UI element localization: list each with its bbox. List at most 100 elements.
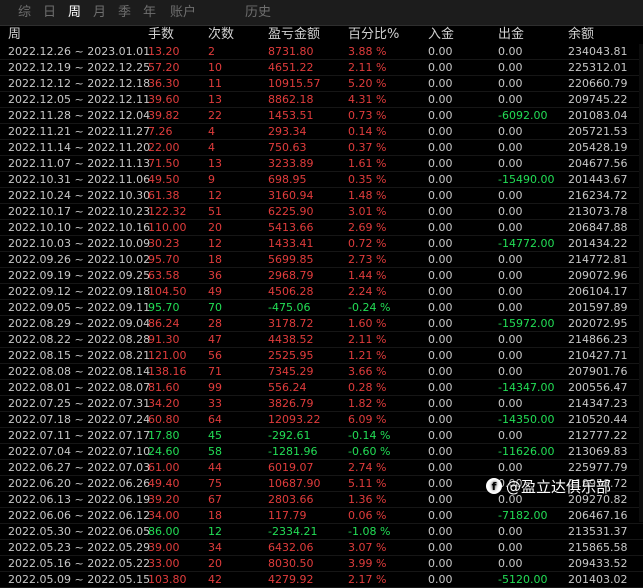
column-header-deposit[interactable]: 入金: [428, 27, 454, 43]
vertical-scrollbar[interactable]: [639, 44, 643, 522]
cell-balance: 204677.56: [568, 157, 628, 170]
table-row[interactable]: 2022.10.24 ~ 2022.10.30 61.38 12 3160.94 1.4…: [0, 188, 643, 204]
table-row[interactable]: 2022.05.23 ~ 2022.05.29 39.00 34 6432.06 3.0…: [0, 540, 643, 556]
table-row[interactable]: 2022.11.28 ~ 2022.12.04 39.82 22 1453.51 0.7…: [0, 108, 643, 124]
table-row[interactable]: 2022.08.22 ~ 2022.08.28 91.30 47 4438.52 2.1…: [0, 332, 643, 348]
cell-deposit: 0.00: [428, 253, 453, 266]
cell-week: 2022.09.19 ~ 2022.09.25: [8, 269, 151, 282]
cell-balance: 210520.44: [568, 413, 628, 426]
table-row[interactable]: 2022.07.25 ~ 2022.07.31 34.20 33 3826.79 1.8…: [0, 396, 643, 412]
tab-year[interactable]: 年: [143, 5, 156, 21]
cell-withdraw: 0.00: [498, 429, 523, 442]
cell-percent: 2.11 %: [348, 333, 387, 346]
cell-week: 2022.05.30 ~ 2022.06.05: [8, 525, 151, 538]
cell-balance: 206104.17: [568, 285, 628, 298]
cell-pnl: -2334.21: [268, 525, 318, 538]
cell-withdraw: 0.00: [498, 77, 523, 90]
cell-hands: 138.16: [148, 365, 187, 378]
cell-week: 2022.10.31 ~ 2022.11.06: [8, 173, 151, 186]
table-row[interactable]: 2022.11.21 ~ 2022.11.27 7.26 4 293.34 0.14 %…: [0, 124, 643, 140]
tab-overview[interactable]: 综: [18, 5, 31, 21]
table-row[interactable]: 2022.09.26 ~ 2022.10.02 95.70 18 5699.85 2.7…: [0, 252, 643, 268]
cell-balance: 220660.79: [568, 77, 628, 90]
cell-balance: 214772.81: [568, 253, 628, 266]
cell-percent: 5.11 %: [348, 477, 387, 490]
cell-balance: 225312.01: [568, 61, 628, 74]
table-row[interactable]: 2022.08.08 ~ 2022.08.14 138.16 71 7345.29 3.…: [0, 364, 643, 380]
table-row[interactable]: 2022.10.31 ~ 2022.11.06 49.50 9 698.95 0.35 …: [0, 172, 643, 188]
cell-hands: 61.38: [148, 189, 180, 202]
cell-pnl: 10915.57: [268, 77, 321, 90]
cell-deposit: 0.00: [428, 413, 453, 426]
table-row[interactable]: 2022.05.30 ~ 2022.06.05 86.00 12 -2334.21 -1…: [0, 524, 643, 540]
cell-hands: 49.40: [148, 477, 180, 490]
tab-week[interactable]: 周: [68, 5, 81, 21]
cell-hands: 81.60: [148, 381, 180, 394]
cell-withdraw: 0.00: [498, 157, 523, 170]
cell-hands: 33.00: [148, 557, 180, 570]
cell-percent: 3.07 %: [348, 541, 387, 554]
cell-pnl: 5413.66: [268, 221, 314, 234]
cell-percent: -0.24 %: [348, 301, 391, 314]
cell-percent: 0.72 %: [348, 237, 387, 250]
cell-percent: 1.44 %: [348, 269, 387, 282]
table-row[interactable]: 2022.07.11 ~ 2022.07.17 17.80 45 -292.61 -0.…: [0, 428, 643, 444]
column-header-pnl[interactable]: 盈亏金额: [268, 27, 320, 43]
cell-pnl: -292.61: [268, 429, 311, 442]
table-row[interactable]: 2022.10.17 ~ 2022.10.23 122.32 51 6225.90 3.…: [0, 204, 643, 220]
column-header-count[interactable]: 次数: [208, 27, 234, 43]
table-row[interactable]: 2022.05.09 ~ 2022.05.15 103.80 42 4279.92 2.…: [0, 572, 643, 588]
cell-week: 2022.09.26 ~ 2022.10.02: [8, 253, 151, 266]
cell-week: 2022.07.11 ~ 2022.07.17: [8, 429, 151, 442]
column-header-week[interactable]: 周: [8, 27, 21, 43]
tab-quarter[interactable]: 季: [118, 5, 131, 21]
cell-deposit: 0.00: [428, 573, 453, 586]
cell-hands: 22.00: [148, 141, 180, 154]
table-row[interactable]: 2022.08.15 ~ 2022.08.21 121.00 56 2525.95 1.…: [0, 348, 643, 364]
tab-account[interactable]: 账户: [170, 5, 196, 21]
table-row[interactable]: 2022.11.07 ~ 2022.11.13 71.50 13 3233.89 1.6…: [0, 156, 643, 172]
cell-count: 9: [208, 173, 215, 186]
table-row[interactable]: 2022.12.05 ~ 2022.12.11 39.60 13 8862.18 4.3…: [0, 92, 643, 108]
column-header-withdraw[interactable]: 出金: [498, 27, 524, 43]
table-row[interactable]: 2022.07.04 ~ 2022.07.10 24.60 58 -1281.96 -0…: [0, 444, 643, 460]
column-header-percent[interactable]: 百分比%: [348, 27, 399, 43]
cell-week: 2022.12.19 ~ 2022.12.25: [8, 61, 151, 74]
cell-week: 2022.06.13 ~ 2022.06.19: [8, 493, 151, 506]
table-row[interactable]: 2022.08.01 ~ 2022.08.07 81.60 99 556.24 0.28…: [0, 380, 643, 396]
column-header-balance[interactable]: 余额: [568, 27, 594, 43]
table-row[interactable]: 2022.09.12 ~ 2022.09.18 104.50 49 4506.28 2.…: [0, 284, 643, 300]
table-row[interactable]: 2022.05.16 ~ 2022.05.22 33.00 20 8030.50 3.9…: [0, 556, 643, 572]
cell-deposit: 0.00: [428, 349, 453, 362]
cell-hands: 34.00: [148, 509, 180, 522]
table-row[interactable]: 2022.10.03 ~ 2022.10.09 30.23 12 1433.41 0.7…: [0, 236, 643, 252]
cell-balance: 200556.47: [568, 381, 628, 394]
cell-week: 2022.08.15 ~ 2022.08.21: [8, 349, 151, 362]
tab-month[interactable]: 月: [93, 5, 106, 21]
cell-hands: 121.00: [148, 349, 187, 362]
tab-history[interactable]: 历史: [245, 5, 271, 21]
cell-count: 12: [208, 189, 222, 202]
tab-day[interactable]: 日: [43, 5, 56, 21]
cell-balance: 209745.22: [568, 93, 628, 106]
cell-deposit: 0.00: [428, 445, 453, 458]
table-row[interactable]: 2022.09.05 ~ 2022.09.11 95.70 70 -475.06 -0.…: [0, 300, 643, 316]
table-row[interactable]: 2022.11.14 ~ 2022.11.20 22.00 4 750.63 0.37 …: [0, 140, 643, 156]
cell-count: 11: [208, 77, 222, 90]
cell-deposit: 0.00: [428, 157, 453, 170]
table-row[interactable]: 2022.12.19 ~ 2022.12.25 57.20 10 4651.22 2.1…: [0, 60, 643, 76]
table-row[interactable]: 2022.07.18 ~ 2022.07.24 60.80 64 12093.22 6.…: [0, 412, 643, 428]
table-row[interactable]: 2022.09.19 ~ 2022.09.25 63.58 36 2968.79 1.4…: [0, 268, 643, 284]
table-row[interactable]: 2022.10.10 ~ 2022.10.16 110.00 20 5413.66 2.…: [0, 220, 643, 236]
cell-balance: 215865.58: [568, 541, 628, 554]
cell-count: 71: [208, 365, 222, 378]
cell-count: 45: [208, 429, 222, 442]
column-header-hands[interactable]: 手数: [148, 27, 174, 43]
table-row[interactable]: 2022.12.26 ~ 2023.01.01 13.20 2 8731.80 3.88…: [0, 44, 643, 60]
table-row[interactable]: 2022.12.12 ~ 2022.12.18 36.30 11 10915.57 5.…: [0, 76, 643, 92]
table-row[interactable]: 2022.08.29 ~ 2022.09.04 86.24 28 3178.72 1.6…: [0, 316, 643, 332]
cell-withdraw: 0.00: [498, 93, 523, 106]
cell-count: 36: [208, 269, 222, 282]
cell-hands: 122.32: [148, 205, 187, 218]
cell-week: 2022.06.20 ~ 2022.06.26: [8, 477, 151, 490]
